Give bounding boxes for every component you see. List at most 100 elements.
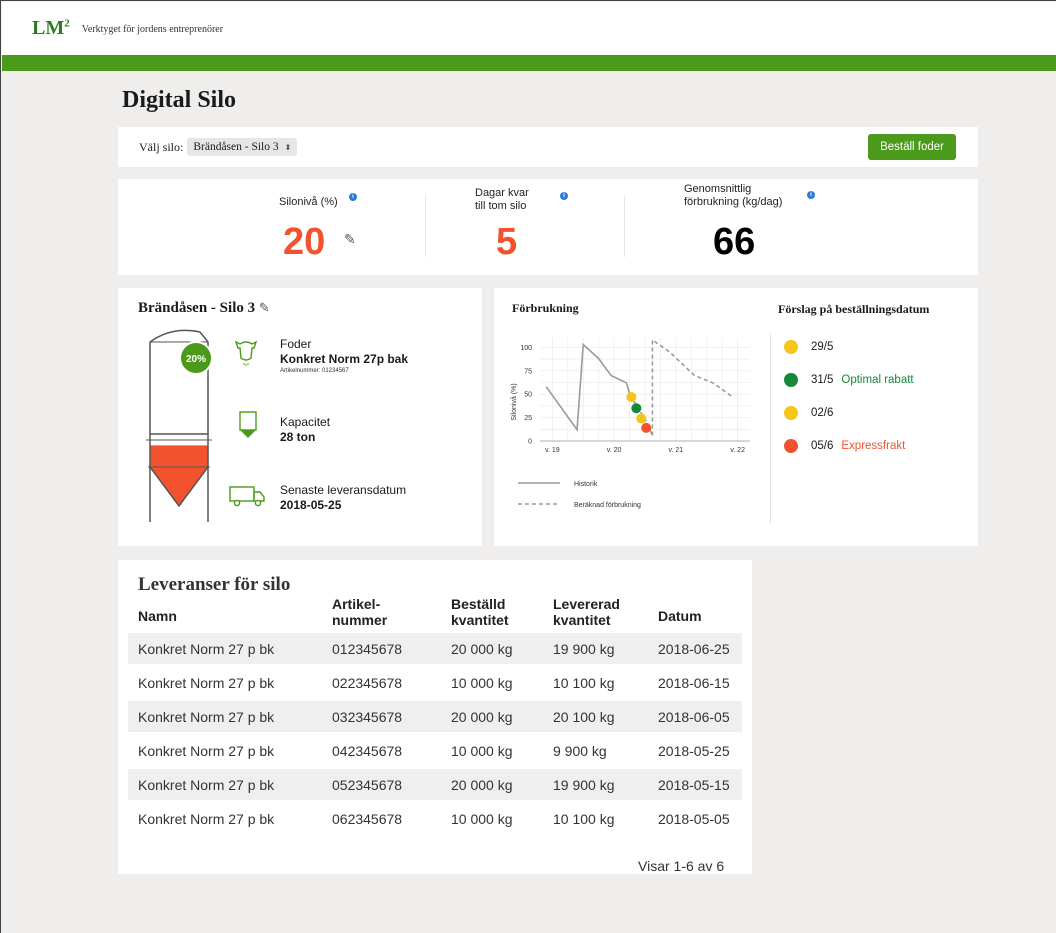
silo-select[interactable]: Brändåsen - Silo 3 ⬍ [187,138,298,156]
pagination-info: Visar 1-6 av 6 [638,858,725,874]
feed-label: Foder [280,337,312,351]
brand-bar [2,55,1056,71]
silo-info-card: Brändåsen - Silo 3 ✎ 20% Foder Konkret N… [118,288,482,546]
table-row[interactable]: Konkret Norm 27 p bk 022345678 10 000 kg 10… [128,667,742,698]
suggestion-item[interactable]: 05/6 Expressfrakt [784,439,905,453]
suggestion-item[interactable]: 29/5 [784,340,841,354]
top-bar: LM2 Verktyget för jordens entreprenörer [2,2,1056,55]
table-cell-article: 032345678 [332,709,403,725]
table-cell-article: 012345678 [332,641,403,657]
deliveries-card: Leveranser för silo Namn Artikel-nummer … [118,560,752,874]
table-cell-article: 042345678 [332,743,403,759]
order-date-marker[interactable] [641,422,652,433]
col-header-article: Artikel-nummer [332,596,388,628]
table-row[interactable]: Konkret Norm 27 p bk 042345678 10 000 kg 9 … [128,735,742,766]
consumption-card: Förbrukning 100 75 50 25 0 v. 19 v. 20 v. 21 v.… [494,288,978,546]
x-tick-label: v. 21 [669,447,684,454]
delivery-value: 2018-05-25 [280,498,342,512]
table-cell-delivered: 10 100 kg [553,675,615,691]
silo-level-value: 20 [283,221,326,263]
table-cell-name: Konkret Norm 27 p bk [138,675,275,691]
table-cell-date: 2018-06-15 [658,675,730,691]
avg-consumption-value: 66 [713,221,756,263]
order-date-marker[interactable] [631,403,642,414]
silo-selector-bar: Välj silo: Brändåsen - Silo 3 ⬍ Beställ f… [118,127,978,167]
delivery-label: Senaste leveransdatum [280,483,407,497]
info-icon[interactable]: i [349,193,357,201]
table-cell-date: 2018-06-05 [658,709,730,725]
info-icon[interactable]: i [560,192,568,200]
suggestion-note: Optimal rabatt [841,374,914,386]
fill-badge: 20% [179,341,213,375]
page-title: Digital Silo [122,87,237,113]
table-cell-date: 2018-05-05 [658,811,730,827]
edit-pencil-icon[interactable]: ✎ [259,300,270,315]
x-tick-label: v. 19 [545,447,560,454]
table-row[interactable]: Konkret Norm 27 p bk 012345678 20 000 kg 19… [128,633,742,664]
suggestion-date: 31/5 [811,374,834,386]
status-dot [784,373,798,387]
order-date-marker[interactable] [636,413,647,424]
table-cell-delivered: 20 100 kg [553,709,615,725]
logo[interactable]: LM2 [32,17,70,40]
avg-consumption-label: Genomsnittlig förbrukning (kg/dag) [684,183,783,208]
table-cell-delivered: 9 900 kg [553,743,607,759]
consumption-chart: 100 75 50 25 0 v. 19 v. 20 v. 21 v. 22 Silonivå… [510,338,750,509]
feed-article-number: Artikelnummer: 01234567 [280,368,349,374]
capacity-label: Kapacitet [280,415,331,429]
days-left-label: Dagar kvar till tom silo [475,187,529,212]
divider [770,334,771,524]
order-date-marker[interactable] [626,391,637,402]
suggestion-note: Expressfrakt [841,440,906,452]
suggestion-item[interactable]: 31/5 Optimal rabatt [784,373,914,387]
select-caret-icon: ⬍ [284,142,292,152]
status-dot [784,439,798,453]
table-cell-name: Konkret Norm 27 p bk [138,641,275,657]
divider [425,195,426,257]
divider [624,195,625,257]
col-header-delivered: Levererad kvantitet [553,596,620,628]
legend-label: Historik [574,481,598,488]
y-tick-label: 0 [528,439,532,446]
order-feed-button[interactable]: Beställ foder [868,134,956,160]
suggestion-item[interactable]: 02/6 [784,406,841,420]
status-dot [784,340,798,354]
stats-panel: Silonivå (%) i 20 ✎ Dagar kvar till tom s… [118,179,978,275]
col-header-ordered: Beställd kvantitet [451,596,509,628]
status-dot [784,406,798,420]
suggestions-title: Förslag på beställningsdatum [778,302,930,316]
info-icon[interactable]: i [807,191,815,199]
table-cell-name: Konkret Norm 27 p bk [138,777,275,793]
suggestion-date: 29/5 [811,341,834,353]
col-header-name: Namn [138,608,177,624]
y-tick-label: 100 [520,345,532,352]
chart-title: Förbrukning [512,301,579,315]
y-tick-label: 25 [524,415,532,422]
truck-icon [229,486,265,507]
silo-selector-label: Välj silo: [139,139,184,154]
table-cell-ordered: 20 000 kg [451,777,513,793]
legend-label: Beräknad förbrukning [574,502,641,509]
table-row[interactable]: Konkret Norm 27 p bk 052345678 20 000 kg 19… [128,769,742,800]
silo-fill-level [150,445,208,467]
x-tick-label: v. 22 [730,447,745,454]
app-frame: LM2 Verktyget för jordens entreprenörer … [0,0,1056,933]
edit-pencil-icon[interactable]: ✎ [344,231,356,248]
table-cell-article: 052345678 [332,777,403,793]
table-cell-ordered: 10 000 kg [451,675,513,691]
x-tick-label: v. 20 [607,447,622,454]
table-cell-date: 2018-05-15 [658,777,730,793]
table-row[interactable]: Konkret Norm 27 p bk 062345678 10 000 kg 10… [128,803,742,834]
tagline: Verktyget för jordens entreprenörer [81,24,224,35]
table-cell-delivered: 19 900 kg [553,777,615,793]
days-left-value: 5 [496,221,518,263]
y-tick-label: 50 [524,392,532,399]
silo-level-label: Silonivå (%) [279,196,338,208]
capacity-value: 28 ton [280,430,316,444]
table-cell-name: Konkret Norm 27 p bk [138,743,275,759]
suggestion-date: 05/6 [811,440,834,452]
table-row[interactable]: Konkret Norm 27 p bk 032345678 20 000 kg 20… [128,701,742,732]
series-line-history [545,342,631,433]
table-cell-delivered: 10 100 kg [553,811,615,827]
cow-icon [234,340,258,366]
